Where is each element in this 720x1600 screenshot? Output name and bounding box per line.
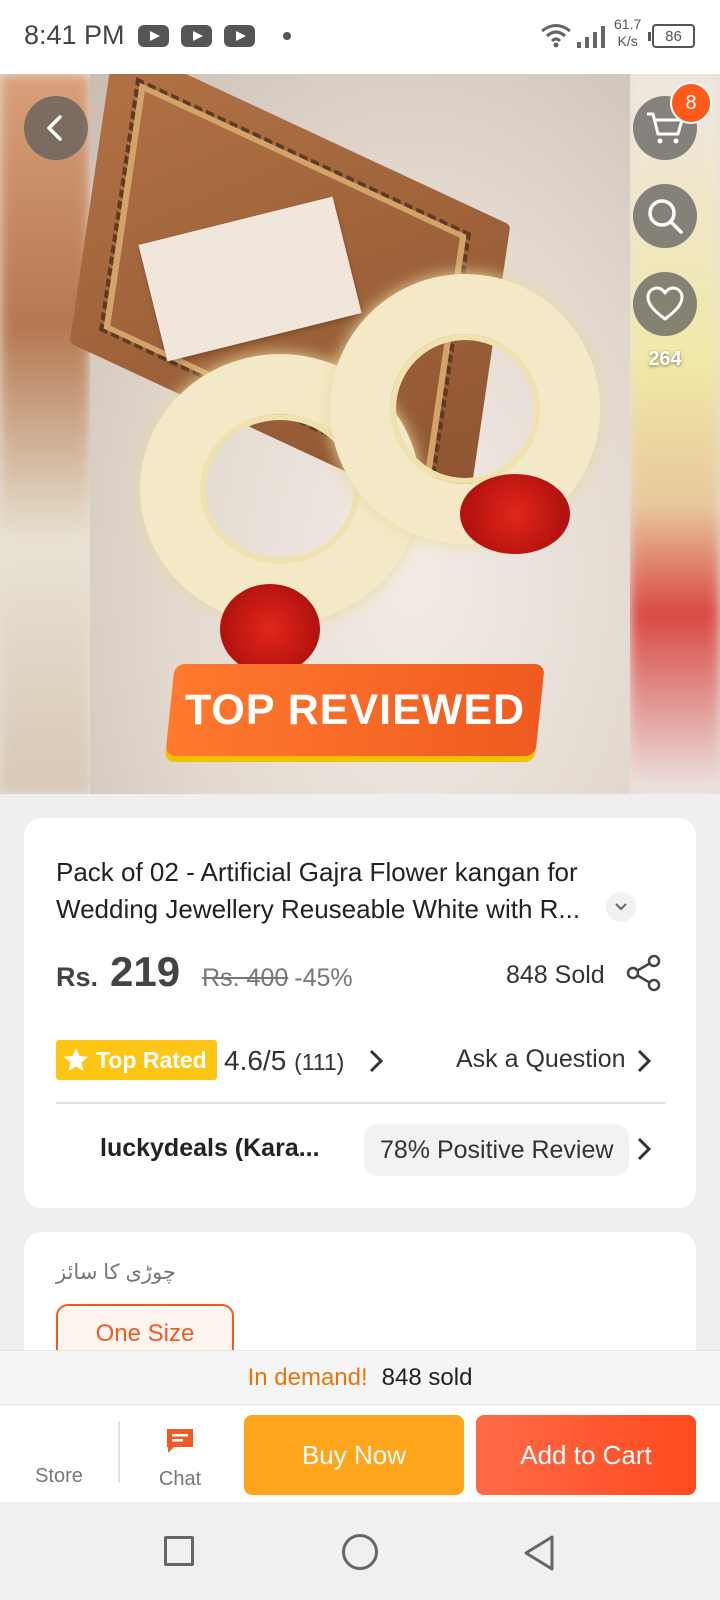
share-icon[interactable] (624, 953, 664, 993)
variant-card: چوڑی کا سائز One Size (24, 1232, 696, 1364)
chat-button[interactable]: Chat (148, 1425, 212, 1491)
heart-icon (646, 286, 684, 321)
positive-review-badge: 78% Positive Review (364, 1124, 630, 1176)
cart-count-badge: 8 (670, 82, 712, 124)
battery-icon: 86 (648, 24, 695, 48)
network-speed: 61.7 K/s (614, 16, 641, 50)
youtube-notification-icon (138, 25, 169, 47)
top-reviewed-text: TOP REVIEWED (184, 685, 526, 734)
add-to-cart-button[interactable]: Add to Cart (476, 1415, 696, 1495)
system-nav-bar (0, 1502, 720, 1600)
chevron-down-icon (615, 903, 627, 911)
red-rose (460, 474, 570, 554)
home-button[interactable] (342, 1534, 378, 1570)
ask-question-link[interactable]: Ask a Question (456, 1045, 626, 1074)
seller-name[interactable]: luckydeals (Kara... (100, 1134, 320, 1163)
top-rated-label: Top Rated (96, 1046, 207, 1073)
seller-row[interactable]: luckydeals (Kara... 78% Positive Review (56, 1124, 666, 1176)
original-price: Rs. 400 (202, 964, 289, 992)
youtube-notification-icon (224, 25, 255, 47)
sold-count: 848 Sold (506, 961, 605, 989)
rating-count: (111) (294, 1049, 345, 1075)
network-speed-unit: K/s (617, 33, 638, 49)
favorites-count: 264 (648, 348, 682, 370)
status-time: 8:41 PM (24, 20, 125, 50)
price-currency: Rs. (56, 962, 99, 992)
product-photo[interactable]: TOP REVIEWED (69, 74, 630, 794)
divider (56, 1102, 666, 1104)
expand-title-button[interactable] (606, 892, 636, 922)
chevron-right-icon[interactable] (366, 1048, 386, 1074)
chevron-right-icon[interactable] (634, 1136, 654, 1162)
top-rated-badge: Top Rated (56, 1040, 217, 1080)
chat-icon (167, 1429, 193, 1453)
chat-label: Chat (158, 1468, 202, 1490)
favorite-button[interactable] (633, 272, 697, 336)
network-speed-value: 61.7 (614, 16, 642, 32)
price-row: Rs. 219 Rs. 400 -45% (56, 948, 353, 996)
red-rose (220, 584, 320, 674)
search-icon (648, 199, 683, 234)
back-button[interactable] (24, 96, 88, 160)
chevron-right-icon[interactable] (634, 1048, 654, 1074)
star-icon (64, 1048, 88, 1071)
product-info-card: Pack of 02 - Artificial Gajra Flower kan… (24, 818, 696, 1208)
top-reviewed-badge: TOP REVIEWED (165, 664, 545, 756)
demand-sold: 848 sold (381, 1363, 473, 1391)
rating-row: Top Rated 4.6/5 (111) Ask a Question (56, 1040, 666, 1082)
chevron-left-icon (47, 115, 62, 141)
wifi-icon (541, 24, 571, 48)
search-button[interactable] (633, 184, 697, 248)
product-image-gallery[interactable]: TOP REVIEWED (0, 74, 720, 794)
recents-button[interactable] (164, 1536, 194, 1566)
demand-banner: In demand! 848 sold (0, 1350, 720, 1404)
rating-link[interactable]: 4.6/5 (111) (224, 1045, 344, 1077)
product-title-line2: Wedding Jewellery Reuseable White with R… (56, 894, 581, 924)
system-back-button[interactable] (522, 1534, 556, 1572)
price-value: 219 (110, 948, 181, 995)
status-bar: 8:41 PM 61.7 K/s 86 (0, 0, 720, 74)
signal-icon (577, 26, 605, 48)
youtube-notification-icon (181, 25, 212, 47)
more-notifications-icon (283, 32, 291, 40)
image-blur-left (0, 74, 90, 794)
product-title-line1: Pack of 02 - Artificial Gajra Flower kan… (56, 857, 578, 887)
discount-percent: -45% (294, 964, 353, 992)
demand-label: In demand! (247, 1363, 368, 1391)
rating-score: 4.6/5 (224, 1045, 287, 1076)
divider (118, 1421, 120, 1483)
bottom-action-bar: Store Chat Buy Now Add to Cart (0, 1404, 720, 1502)
variant-label: چوڑی کا سائز (56, 1261, 176, 1284)
battery-level: 86 (665, 27, 682, 45)
product-title[interactable]: Pack of 02 - Artificial Gajra Flower kan… (56, 854, 636, 928)
buy-now-button[interactable]: Buy Now (244, 1415, 464, 1495)
store-button[interactable]: Store (24, 1465, 94, 1488)
image-blur-right (630, 74, 720, 794)
